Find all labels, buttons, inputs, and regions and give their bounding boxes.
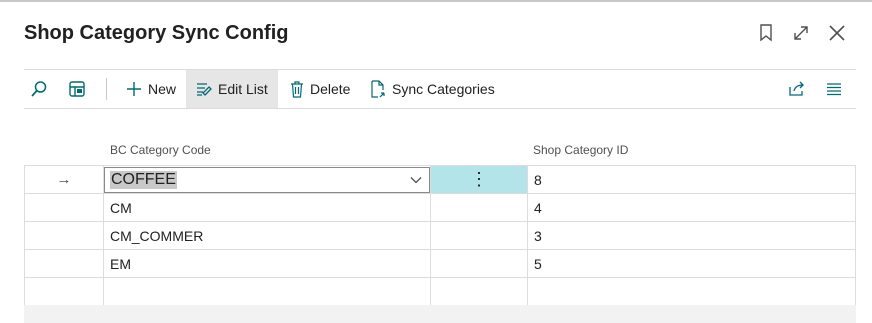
code-cell[interactable]: CM_COMMER bbox=[104, 222, 431, 249]
column-header-bc-category-code[interactable]: BC Category Code bbox=[110, 143, 211, 157]
empty-new-row[interactable] bbox=[24, 278, 856, 306]
table-row[interactable]: CM 4 bbox=[24, 194, 856, 222]
bookmark-icon[interactable] bbox=[753, 20, 779, 46]
shop-category-id-cell[interactable]: 3 bbox=[528, 222, 856, 249]
row-indicator-cell bbox=[24, 194, 104, 221]
code-cell[interactable]: EM bbox=[104, 250, 431, 277]
share-icon[interactable] bbox=[788, 70, 812, 108]
bc-category-code-input[interactable]: COFFEE bbox=[104, 167, 430, 193]
page-title: Shop Category Sync Config bbox=[24, 22, 289, 44]
edit-list-button[interactable]: Edit List bbox=[186, 70, 278, 108]
toolbar-divider bbox=[106, 78, 107, 100]
column-header-shop-category-id[interactable]: Shop Category ID bbox=[533, 143, 628, 157]
trash-icon bbox=[291, 80, 303, 98]
shop-category-id-cell[interactable]: 4 bbox=[528, 194, 856, 221]
delete-button-label: Delete bbox=[310, 81, 351, 97]
current-row-indicator-icon: → bbox=[24, 166, 104, 193]
window-top-border bbox=[0, 0, 872, 2]
shop-category-id-cell[interactable]: 5 bbox=[528, 250, 856, 277]
shop-category-id-cell[interactable]: 8 bbox=[528, 166, 856, 193]
row-actions-cell[interactable] bbox=[431, 278, 528, 305]
document-sync-icon bbox=[371, 80, 385, 98]
plus-icon bbox=[127, 82, 141, 96]
new-button-label: New bbox=[148, 81, 177, 97]
table-row[interactable]: EM 5 bbox=[24, 250, 856, 278]
page-footer-band bbox=[24, 305, 856, 323]
table-row[interactable]: → COFFEE ⋮ 8 bbox=[24, 166, 856, 194]
close-icon[interactable] bbox=[824, 20, 850, 46]
shop-category-id-cell[interactable] bbox=[528, 278, 856, 305]
list-view-icon[interactable] bbox=[826, 70, 850, 108]
sync-categories-button[interactable]: Sync Categories bbox=[368, 70, 497, 108]
filter-pane-icon[interactable] bbox=[68, 70, 92, 108]
new-button[interactable]: New bbox=[124, 70, 178, 108]
edit-list-button-label: Edit List bbox=[218, 81, 268, 97]
sync-categories-button-label: Sync Categories bbox=[392, 81, 495, 97]
row-actions-cell[interactable] bbox=[431, 194, 528, 221]
delete-button[interactable]: Delete bbox=[288, 70, 352, 108]
row-actions-cell[interactable] bbox=[431, 222, 528, 249]
expand-icon[interactable] bbox=[788, 20, 814, 46]
row-indicator-cell bbox=[24, 222, 104, 249]
row-indicator-cell bbox=[24, 250, 104, 277]
search-icon[interactable] bbox=[30, 70, 54, 108]
table-row[interactable]: CM_COMMER 3 bbox=[24, 222, 856, 250]
edit-list-icon bbox=[197, 83, 212, 96]
row-indicator-cell bbox=[24, 278, 104, 305]
row-actions-cell[interactable] bbox=[431, 250, 528, 277]
category-table: → COFFEE ⋮ 8 CM 4 CM_COMMER 3 EM 5 bbox=[24, 165, 856, 306]
code-cell[interactable]: CM bbox=[104, 194, 431, 221]
bc-category-code-value: COFFEE bbox=[110, 171, 177, 189]
chevron-down-icon[interactable] bbox=[409, 173, 423, 187]
action-toolbar: New Edit List Delete Sync Categories bbox=[24, 69, 856, 109]
row-actions-menu-icon[interactable]: ⋮ bbox=[431, 166, 528, 193]
code-cell[interactable] bbox=[104, 278, 431, 305]
